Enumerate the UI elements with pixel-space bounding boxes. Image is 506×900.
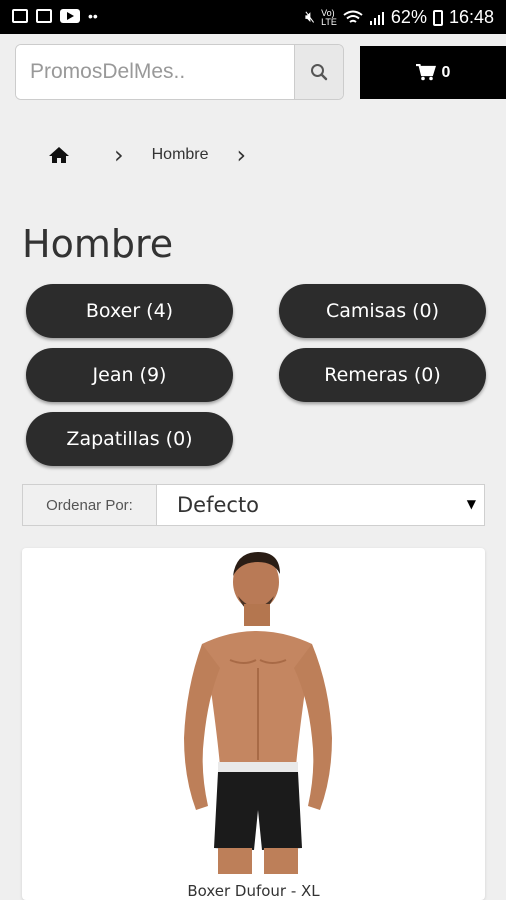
status-right: 🔇︎ Vo) LTE 62% 16:48 <box>305 7 494 28</box>
search-bar <box>15 44 344 100</box>
product-card[interactable]: Boxer Dufour - XL <box>22 548 485 900</box>
category-label: Remeras (0) <box>324 364 441 386</box>
sort-select[interactable]: Defecto ▼ <box>157 485 484 525</box>
mute-icon: 🔇︎ <box>304 8 316 26</box>
breadcrumb: › Hombre › <box>48 140 246 170</box>
chevron-right-icon: › <box>114 141 124 169</box>
product-image[interactable] <box>138 548 378 874</box>
category-zapatillas-button[interactable]: Zapatillas (0) <box>26 412 233 466</box>
page-title: Hombre <box>22 222 174 266</box>
chevron-right-icon: › <box>236 141 247 169</box>
category-label: Camisas (0) <box>325 300 440 322</box>
status-left: •• <box>12 8 98 24</box>
category-label: Jean (9) <box>92 364 167 386</box>
sort-control: Ordenar Por: Defecto ▼ <box>22 484 485 526</box>
battery-icon <box>432 9 443 26</box>
category-camisas-button[interactable]: Camisas (0) <box>279 284 486 338</box>
search-input[interactable] <box>16 45 296 99</box>
wifi-icon <box>343 10 363 23</box>
caret-down-icon: ▼ <box>466 497 476 511</box>
battery-percent: 62% <box>390 7 427 27</box>
search-icon <box>311 64 328 81</box>
gallery-icon <box>12 9 28 23</box>
category-label: Zapatillas (0) <box>66 428 193 450</box>
signal-icon <box>369 11 384 25</box>
calendar-icon <box>36 9 52 23</box>
more-dots-icon: •• <box>88 8 98 24</box>
breadcrumb-current[interactable]: Hombre <box>152 146 209 164</box>
product-name[interactable]: Boxer Dufour - XL <box>22 882 485 900</box>
youtube-icon <box>60 9 80 23</box>
sort-value: Defecto <box>177 493 260 517</box>
category-jean-button[interactable]: Jean (9) <box>26 348 233 402</box>
status-bar: •• 🔇︎ Vo) LTE 62% 16:48 <box>0 0 506 34</box>
category-remeras-button[interactable]: Remeras (0) <box>279 348 486 402</box>
cart-icon <box>415 64 436 81</box>
search-button[interactable] <box>294 45 343 99</box>
home-icon[interactable] <box>48 146 70 164</box>
cart-button[interactable]: 0 <box>360 46 506 99</box>
category-boxer-button[interactable]: Boxer (4) <box>26 284 233 338</box>
sort-label: Ordenar Por: <box>23 485 157 525</box>
clock: 16:48 <box>448 7 494 27</box>
volte-icon: Vo) LTE <box>321 7 337 27</box>
category-label: Boxer (4) <box>85 300 174 322</box>
cart-count: 0 <box>441 63 451 81</box>
